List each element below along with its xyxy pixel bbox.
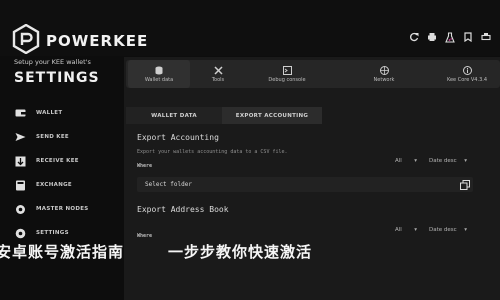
- sidebar-item-label: SEND KEE: [36, 134, 69, 140]
- filter-value: All: [395, 157, 402, 164]
- bookmark-icon[interactable]: [462, 30, 474, 44]
- sidebar-item-label: EXCHANGE: [36, 182, 72, 188]
- wallet-icon: [14, 107, 26, 119]
- toolbar-label: Network: [373, 76, 395, 83]
- sidebar-subtitle: Setup your KEE wallet's: [14, 58, 91, 66]
- where-label: Where: [137, 163, 153, 169]
- send-icon: [14, 131, 26, 143]
- brand-name: POWERKEE: [46, 32, 149, 50]
- export-accounting-title: Export Accounting: [137, 133, 219, 142]
- sidebar-item-master-nodes[interactable]: MASTER NODES: [14, 201, 110, 217]
- nodes-icon: [14, 203, 26, 215]
- sidebar-item-label: SETTINGS: [36, 230, 69, 236]
- toolbar-label: Debug console: [268, 76, 306, 83]
- sidebar-item-wallet[interactable]: WALLET: [14, 105, 110, 121]
- chevron-down-icon: ▾: [464, 226, 467, 233]
- refresh-icon[interactable]: [408, 30, 420, 44]
- sort-select[interactable]: Date desc ▾: [425, 224, 471, 235]
- banner-left-text: 安卓账号激活指南: [0, 242, 125, 261]
- sort-value: Date desc: [429, 226, 457, 233]
- sort-value: Date desc: [429, 157, 457, 164]
- powerkee-logo-icon: [12, 24, 40, 54]
- sidebar-item-exchange[interactable]: EXCHANGE: [14, 177, 110, 193]
- sort-select[interactable]: Date desc ▾: [425, 155, 471, 166]
- sidebar-item-receive-kee[interactable]: RECEIVE KEE: [14, 153, 110, 169]
- app-header: POWERKEE: [0, 0, 500, 56]
- overlay-banner: 安卓账号激活指南 一步步教你快速激活: [0, 238, 500, 264]
- sidebar-item-label: WALLET: [36, 110, 63, 116]
- print-icon[interactable]: [480, 30, 492, 44]
- flask-icon[interactable]: [444, 30, 456, 44]
- tools-icon: [213, 65, 223, 75]
- wallet-data-tabs: WALLET DATA EXPORT ACCOUNTING: [126, 107, 322, 124]
- sidebar-item-label: MASTER NODES: [36, 206, 89, 212]
- database-icon: [155, 66, 163, 74]
- toolbar-label: Tools: [211, 76, 225, 83]
- chevron-down-icon: ▾: [464, 157, 467, 164]
- printer-icon[interactable]: [426, 30, 438, 44]
- filter-value: All: [395, 226, 402, 233]
- banner-right-text: 一步步教你快速激活: [168, 242, 313, 261]
- select-folder-field[interactable]: Select folder: [137, 177, 473, 192]
- info-icon: [462, 65, 472, 75]
- toolbar-network[interactable]: Network: [362, 60, 406, 88]
- filter-select[interactable]: All ▾: [391, 155, 421, 166]
- copy-icon[interactable]: [460, 180, 470, 190]
- network-icon: [379, 65, 389, 75]
- receive-icon: [14, 155, 26, 167]
- sidebar-item-send-kee[interactable]: SEND KEE: [14, 129, 110, 145]
- tab-export-accounting[interactable]: EXPORT ACCOUNTING: [222, 107, 322, 124]
- chevron-down-icon: ▾: [414, 157, 417, 164]
- terminal-icon: [282, 65, 292, 75]
- tab-wallet-data[interactable]: WALLET DATA: [126, 107, 222, 124]
- sidebar-item-label: RECEIVE KEE: [36, 158, 79, 164]
- toolbar-tools[interactable]: Tools: [198, 60, 238, 88]
- toolbar-label: Kee Core V4.3.4: [446, 76, 488, 83]
- chevron-down-icon: ▾: [414, 226, 417, 233]
- settings-toolbar: Wallet data Tools Debug console Network …: [126, 60, 500, 88]
- toolbar-debug-console[interactable]: Debug console: [253, 60, 321, 88]
- exchange-icon: [14, 179, 26, 191]
- toolbar-label: Wallet data: [144, 76, 174, 83]
- toolbar-wallet-data[interactable]: Wallet data: [128, 60, 190, 88]
- page-title: SETTINGS: [14, 70, 100, 86]
- export-accounting-description: Export your wallets accounting data to a…: [137, 149, 288, 155]
- toolbar-version[interactable]: Kee Core V4.3.4: [438, 60, 496, 88]
- filter-select[interactable]: All ▾: [391, 224, 421, 235]
- export-address-book-title: Export Address Book: [137, 205, 229, 214]
